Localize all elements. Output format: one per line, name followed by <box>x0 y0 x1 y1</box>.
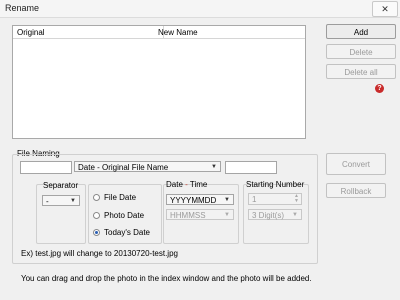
title-bar <box>0 0 400 18</box>
chevron-down-icon: ▼ <box>224 212 230 218</box>
file-date-label: File Date <box>104 193 137 202</box>
date-format-select[interactable]: YYYYMMDD ▼ <box>166 194 234 205</box>
chevron-down-icon: ▼ <box>292 212 298 218</box>
delete-button[interactable]: Delete <box>326 44 396 59</box>
time-format-value: HHMMSS <box>170 211 206 220</box>
separator-value: - <box>46 197 49 206</box>
example-text: Ex) test.jpg will change to 20130720-tes… <box>21 249 178 258</box>
separator-select[interactable]: - ▼ <box>42 195 80 206</box>
suffix-input[interactable] <box>225 161 277 174</box>
time-format-select[interactable]: HHMMSS ▼ <box>166 209 234 220</box>
date-time-label: Date - Time <box>166 180 208 189</box>
spinner-arrows-icon[interactable]: ▲ ▼ <box>294 194 299 204</box>
separator-group <box>36 184 86 244</box>
radio-todays-date[interactable] <box>93 229 100 236</box>
starting-number-stepper[interactable]: 1 ▲ ▼ <box>248 193 302 205</box>
photo-date-label: Photo Date <box>104 211 145 220</box>
chevron-down-icon: ▼ <box>211 164 217 170</box>
file-list[interactable]: Original New Name <box>12 25 306 139</box>
close-button[interactable]: ✕ <box>372 1 398 17</box>
digits-select[interactable]: 3 Digit(s) ▼ <box>248 209 302 220</box>
starting-number-value: 1 <box>252 195 257 204</box>
starting-number-label: Starting Number <box>246 180 305 189</box>
todays-date-label: Today's Date <box>104 228 150 237</box>
footer-note: You can drag and drop the photo in the i… <box>21 274 312 283</box>
column-header-new-name[interactable]: New Name <box>158 28 198 37</box>
rollback-button[interactable]: Rollback <box>326 183 386 198</box>
date-format-value: YYYYMMDD <box>170 196 217 205</box>
window-title: Rename <box>5 3 40 13</box>
add-button[interactable]: Add <box>326 24 396 39</box>
naming-mode-select[interactable]: Date - Original File Name ▼ <box>74 161 221 172</box>
delete-all-button[interactable]: Delete all <box>326 64 396 79</box>
chevron-down-icon: ▼ <box>70 198 76 204</box>
chevron-down-icon: ▼ <box>224 197 230 203</box>
naming-mode-value: Date - Original File Name <box>78 163 169 172</box>
separator-label: Separator <box>43 181 79 190</box>
prefix-input[interactable] <box>20 161 72 174</box>
convert-button[interactable]: Convert <box>326 153 386 175</box>
radio-file-date[interactable] <box>93 194 100 201</box>
help-icon[interactable]: ? <box>375 84 384 93</box>
list-header: Original New Name <box>13 26 305 39</box>
column-header-original[interactable]: Original <box>17 28 45 37</box>
radio-photo-date[interactable] <box>93 212 100 219</box>
digits-value: 3 Digit(s) <box>252 211 285 220</box>
